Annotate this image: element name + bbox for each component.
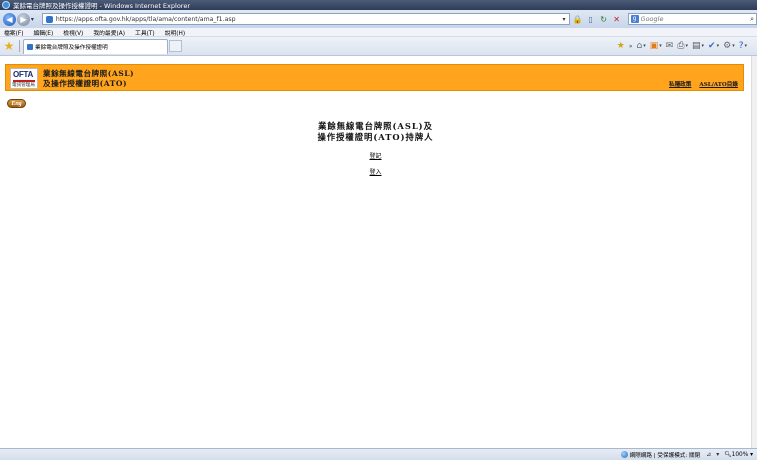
- mail-icon[interactable]: ✉: [666, 41, 674, 51]
- lock-icon[interactable]: 🔒: [572, 13, 584, 25]
- recent-pages-dropdown-icon[interactable]: ▾: [31, 16, 38, 23]
- vertical-scrollbar[interactable]: [751, 56, 757, 448]
- status-dropdown-icon[interactable]: ▾: [716, 451, 719, 458]
- zoom-control[interactable]: 🔍︎ 100% ▾: [724, 452, 753, 458]
- page-icon: [45, 15, 53, 23]
- menu-edit[interactable]: 編輯(E): [33, 28, 53, 37]
- safety-icon[interactable]: ✔: [708, 41, 716, 51]
- address-row: ◀ ▶ ▾ https://apps.ofta.gov.hk/apps/tla/…: [0, 10, 757, 28]
- favorites-bar: ★ 業餘電台牌照及操作授權證明 ★ » ⌂ ▾ ▣ ▾ ✉ ⎙ ▾ ▤ ▾ ✔ ▾ ⚙ ▾ …: [0, 37, 757, 56]
- globe-icon: [620, 451, 628, 458]
- login-link-row: 登入: [0, 167, 751, 176]
- help-icon[interactable]: ?: [739, 41, 744, 51]
- feeds-dropdown-icon[interactable]: ▾: [659, 43, 662, 49]
- tab-label: 業餘電台牌照及操作授權證明: [35, 44, 108, 51]
- logo-subtitle: 電訊管理局: [12, 83, 35, 88]
- login-link[interactable]: 登入: [369, 169, 381, 176]
- search-box[interactable]: g ⌕: [627, 13, 757, 25]
- header-banner: OFTA 電訊管理局 業餘無線電台牌照(ASL) 及操作授權證明(ATO) 私隱…: [5, 64, 744, 91]
- zone-text: 網際網路 | 受保護模式: 關閉: [629, 452, 701, 459]
- menu-view[interactable]: 檢視(V): [63, 28, 83, 37]
- heading-line2: 操作授權證明(ATO)持牌人: [317, 132, 434, 142]
- english-button[interactable]: Eng: [7, 99, 26, 108]
- title-bar: 業餘電台牌照及操作授權證明 - Windows Internet Explore…: [0, 0, 757, 10]
- address-icons: 🔒 ▯ ↻ ✕: [572, 13, 624, 25]
- tab-page-icon: [27, 43, 33, 50]
- register-link[interactable]: 登記: [369, 153, 381, 160]
- security-zone[interactable]: 網際網路 | 受保護模式: 關閉: [620, 451, 701, 459]
- menu-favorites[interactable]: 我的最愛(A): [93, 28, 125, 37]
- browser-tab[interactable]: 業餘電台牌照及操作授權證明: [23, 38, 168, 54]
- safety-dropdown-icon[interactable]: ▾: [717, 43, 720, 49]
- page-heading: 業餘無線電台牌照(ASL)及 操作授權證明(ATO)持牌人: [0, 121, 751, 143]
- search-icon[interactable]: ⌕: [750, 15, 754, 24]
- heading-line1: 業餘無線電台牌照(ASL)及: [318, 121, 433, 131]
- google-icon: g: [630, 15, 639, 23]
- new-tab-button[interactable]: [169, 40, 182, 52]
- banner-links: 私隱政策 ASL/ATO目錄: [661, 80, 738, 88]
- ie-icon: [2, 1, 10, 9]
- page-content: OFTA 電訊管理局 業餘無線電台牌照(ASL) 及操作授權證明(ATO) 私隱…: [0, 56, 751, 448]
- address-url[interactable]: https://apps.ofta.gov.hk/apps/tla/ama/co…: [56, 16, 563, 23]
- window-title: 業餘電台牌照及操作授權證明 - Windows Internet Explore…: [13, 2, 190, 10]
- banner-title: 業餘無線電台牌照(ASL) 及操作授權證明(ATO): [43, 69, 134, 89]
- status-bar: 網際網路 | 受保護模式: 關閉 ⊿ ▾ 🔍︎ 100% ▾: [0, 448, 757, 460]
- ofta-logo[interactable]: OFTA 電訊管理局: [10, 68, 38, 89]
- banner-title-line1: 業餘無線電台牌照(ASL): [43, 69, 135, 78]
- back-button[interactable]: ◀: [3, 12, 16, 26]
- asl-ato-directory-link[interactable]: ASL/ATO目錄: [699, 80, 738, 88]
- address-dropdown-icon[interactable]: ▾: [563, 16, 566, 23]
- menu-file[interactable]: 檔案(F): [4, 28, 23, 37]
- page-menu-icon[interactable]: ▤: [692, 41, 701, 51]
- logo-text: OFTA: [13, 70, 33, 79]
- home-icon[interactable]: ⌂: [636, 41, 642, 51]
- print-icon[interactable]: ⎙: [677, 41, 684, 51]
- home-dropdown-icon[interactable]: ▾: [643, 43, 646, 49]
- privacy-policy-link[interactable]: 私隱政策: [669, 80, 691, 88]
- search-input[interactable]: [640, 15, 729, 23]
- zoom-icon: 🔍︎: [724, 451, 732, 458]
- menu-help[interactable]: 說明(H): [165, 28, 185, 37]
- banner-title-line2: 及操作授權證明(ATO): [43, 79, 128, 88]
- page-dropdown-icon[interactable]: ▾: [702, 43, 705, 49]
- protected-mode-icon[interactable]: ⊿: [706, 451, 711, 458]
- compatibility-view-icon[interactable]: ▯: [585, 13, 597, 25]
- favorites-star-icon[interactable]: ★: [2, 39, 16, 53]
- tools-dropdown-icon[interactable]: ▾: [732, 43, 735, 49]
- menu-bar: 檔案(F) 編輯(E) 檢視(V) 我的最愛(A) 工具(T) 說明(H): [0, 28, 757, 37]
- address-bar[interactable]: https://apps.ofta.gov.hk/apps/tla/ama/co…: [41, 13, 570, 25]
- help-dropdown-icon[interactable]: ▾: [744, 43, 747, 49]
- zoom-level: 100%: [731, 451, 749, 458]
- forward-button[interactable]: ▶: [16, 12, 30, 26]
- more-chevron-icon[interactable]: »: [629, 43, 633, 50]
- add-favorite-icon[interactable]: ★: [617, 41, 625, 51]
- refresh-icon[interactable]: ↻: [598, 13, 610, 25]
- stop-icon[interactable]: ✕: [611, 13, 623, 25]
- command-bar: ★ » ⌂ ▾ ▣ ▾ ✉ ⎙ ▾ ▤ ▾ ✔ ▾ ⚙ ▾ ? ▾: [613, 41, 747, 51]
- zoom-dropdown-icon[interactable]: ▾: [748, 452, 753, 458]
- tools-gear-icon[interactable]: ⚙: [723, 41, 731, 51]
- menu-tools[interactable]: 工具(T): [135, 28, 155, 37]
- register-link-row: 登記: [0, 151, 751, 160]
- feeds-icon[interactable]: ▣: [650, 41, 659, 51]
- toolbar-separator: [19, 40, 20, 52]
- print-dropdown-icon[interactable]: ▾: [686, 43, 689, 49]
